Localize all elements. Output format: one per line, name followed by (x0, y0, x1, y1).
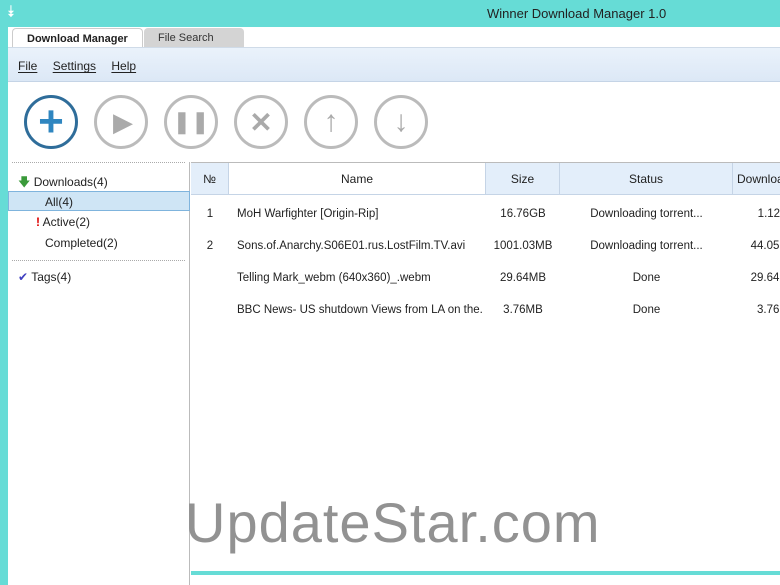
table-cell-n[interactable]: 2 (191, 240, 229, 256)
tab-bar: Download Manager File Search (8, 27, 780, 47)
watermark: UpdateStar.com (185, 491, 601, 554)
column-header-status[interactable]: Status (560, 163, 733, 195)
window-title: Winner Download Manager 1.0 (487, 6, 667, 21)
sidebar-label: Active(2) (42, 215, 91, 229)
sidebar-item-completed[interactable]: Completed(2) (8, 233, 190, 253)
table-cell-status[interactable]: Done (560, 304, 733, 320)
sidebar-item-tags[interactable]: ✔ Tags(4) (8, 267, 190, 287)
table-cell-status[interactable]: Downloading torrent... (560, 208, 733, 224)
table-cell-dl[interactable]: 3.76M (733, 304, 780, 320)
add-download-button[interactable]: + (24, 95, 78, 149)
toolbar: + ▶ ❚❚ ✕ ↑ ↓ (8, 82, 780, 162)
table-cell-n[interactable] (191, 304, 229, 320)
sidebar-item-active[interactable]: ! Active(2) (8, 212, 190, 232)
start-button[interactable]: ▶ (94, 95, 148, 149)
divider (12, 260, 185, 261)
sidebar-label: Downloads(4) (33, 175, 108, 189)
menu-bar: File Settings Help (8, 47, 780, 82)
table-cell-status[interactable]: Done (560, 272, 733, 288)
play-icon: ▶ (113, 106, 133, 137)
table-cell-dl[interactable]: 29.64M (733, 272, 780, 288)
table-cell-status[interactable]: Downloading torrent... (560, 240, 733, 256)
sidebar-item-downloads[interactable]: 🡇 Downloads(4) (8, 170, 190, 190)
table-cell-name[interactable]: MoH Warfighter [Origin-Rip] (237, 208, 482, 224)
divider (12, 162, 185, 163)
table-cell-dl[interactable]: 44.05M (733, 240, 780, 256)
app-logo-icon: ⯯ (6, 4, 16, 21)
column-header-downloaded[interactable]: Downloa (733, 163, 780, 195)
tab-file-search[interactable]: File Search (144, 28, 244, 47)
table-cell-size[interactable]: 29.64MB (486, 272, 560, 288)
pause-icon: ❚❚ (172, 109, 210, 134)
sidebar-label: Tags(4) (31, 270, 72, 284)
table-cell-n[interactable]: 1 (191, 208, 229, 224)
table-cell-dl[interactable]: 1.12G (733, 208, 780, 224)
table-cell-name[interactable]: Telling Mark_webm (640x360)_.webm (237, 272, 482, 288)
arrow-down-icon: ↓ (393, 105, 409, 138)
table-cell-size[interactable]: 3.76MB (486, 304, 560, 320)
table-cell-name[interactable]: Sons.of.Anarchy.S06E01.rus.LostFilm.TV.a… (237, 240, 482, 256)
table-cell-n[interactable] (191, 272, 229, 288)
title-bar: ⯯ Winner Download Manager 1.0 (0, 0, 780, 27)
status-strip (191, 571, 780, 575)
download-arrow-icon: 🡇 (18, 175, 31, 189)
tab-download-manager[interactable]: Download Manager (12, 28, 143, 47)
close-icon: ✕ (249, 106, 273, 138)
table-cell-name[interactable]: BBC News- US shutdown Views from LA on t… (237, 304, 482, 320)
menu-settings[interactable]: Settings (53, 59, 96, 73)
table-cell-size[interactable]: 16.76GB (486, 208, 560, 224)
column-header-name[interactable]: Name (229, 163, 486, 195)
move-up-button[interactable]: ↑ (304, 95, 358, 149)
menu-help[interactable]: Help (111, 59, 136, 73)
menu-file[interactable]: File (18, 59, 37, 73)
move-down-button[interactable]: ↓ (374, 95, 428, 149)
column-header-number[interactable]: № (191, 163, 229, 195)
sidebar-item-all[interactable]: All(4) (8, 191, 190, 211)
sidebar: 🡇 Downloads(4) All(4) ! Active(2) Comple… (8, 162, 190, 585)
delete-button[interactable]: ✕ (234, 95, 288, 149)
pause-button[interactable]: ❚❚ (164, 95, 218, 149)
column-header-size[interactable]: Size (486, 163, 560, 195)
arrow-up-icon: ↑ (323, 105, 339, 138)
exclamation-icon: ! (36, 215, 40, 229)
table-cell-size[interactable]: 1001.03MB (486, 240, 560, 256)
check-icon: ✔ (18, 270, 29, 284)
plus-icon: + (38, 97, 64, 146)
